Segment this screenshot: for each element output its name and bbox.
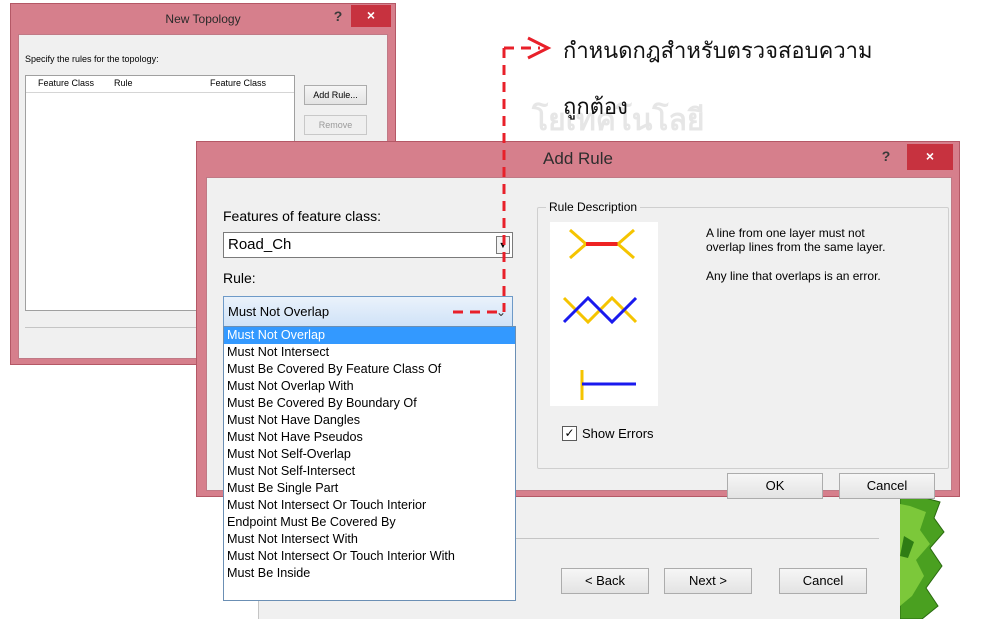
rule-option[interactable]: Must Not Have Dangles bbox=[224, 412, 515, 429]
rule-option[interactable]: Must Not Overlap With bbox=[224, 378, 515, 395]
feature-class-value: Road_Ch bbox=[228, 236, 292, 253]
annotation-line1: กำหนดกฎสำหรับตรวจสอบความ bbox=[563, 39, 873, 64]
rule-option[interactable]: Must Be Covered By Boundary Of bbox=[224, 395, 515, 412]
rule-description-line1: A line from one layer must not bbox=[706, 226, 865, 240]
remove-button[interactable]: Remove bbox=[304, 115, 367, 135]
rule-diagram-icon bbox=[562, 228, 638, 400]
map-preview bbox=[899, 495, 1002, 620]
rule-option[interactable]: Must Not Intersect With bbox=[224, 531, 515, 548]
rules-instruction: Specify the rules for the topology: bbox=[25, 54, 159, 64]
ok-button[interactable]: OK bbox=[727, 473, 823, 499]
rule-option[interactable]: Must Be Single Part bbox=[224, 480, 515, 497]
cancel-button[interactable]: Cancel bbox=[839, 473, 935, 499]
add-rule-title: Add Rule bbox=[543, 149, 613, 168]
annotation-line2: ถูกต้อง bbox=[563, 95, 628, 120]
rule-option[interactable]: Must Not Intersect Or Touch Interior bbox=[224, 497, 515, 514]
rule-description-line2: overlap lines from the same layer. bbox=[706, 240, 886, 254]
chevron-down-icon[interactable]: ▼ bbox=[496, 236, 510, 254]
rule-option[interactable]: Endpoint Must Be Covered By bbox=[224, 514, 515, 531]
feature-class-combo[interactable]: Road_Ch ▼ bbox=[223, 232, 513, 258]
show-errors-label: Show Errors bbox=[582, 426, 654, 441]
close-button[interactable]: × bbox=[907, 144, 953, 170]
new-topology-titlebar: New Topology ? × bbox=[11, 4, 395, 34]
map-shape-icon bbox=[899, 495, 945, 620]
rule-label: Rule: bbox=[223, 270, 256, 286]
show-errors-checkbox[interactable]: ✓ bbox=[562, 426, 577, 441]
rule-option[interactable]: Must Not Self-Intersect bbox=[224, 463, 515, 480]
rule-diagram bbox=[550, 222, 658, 406]
close-button[interactable]: × bbox=[351, 5, 391, 27]
help-button[interactable]: ? bbox=[325, 6, 351, 28]
rule-option[interactable]: Must Be Inside bbox=[224, 565, 515, 582]
rule-description-legend: Rule Description bbox=[546, 200, 641, 214]
header-divider bbox=[26, 92, 294, 93]
rule-option[interactable]: Must Not Self-Overlap bbox=[224, 446, 515, 463]
column-header-feature-class-2[interactable]: Feature Class bbox=[210, 78, 266, 88]
features-label: Features of feature class: bbox=[223, 208, 381, 224]
help-button[interactable]: ? bbox=[873, 146, 899, 168]
rule-select[interactable]: Must Not Overlap ⌄ bbox=[223, 296, 513, 328]
column-header-rule[interactable]: Rule bbox=[114, 78, 133, 88]
rule-option[interactable]: Must Not Have Pseudos bbox=[224, 429, 515, 446]
rule-option[interactable]: Must Not Overlap bbox=[224, 327, 515, 344]
wizard-cancel-button[interactable]: Cancel bbox=[779, 568, 867, 594]
back-button[interactable]: < Back bbox=[561, 568, 649, 594]
column-header-feature-class[interactable]: Feature Class bbox=[38, 78, 94, 88]
next-button[interactable]: Next > bbox=[664, 568, 752, 594]
rule-dropdown-list[interactable]: Must Not Overlap Must Not Intersect Must… bbox=[223, 326, 516, 601]
rule-option[interactable]: Must Not Intersect Or Touch Interior Wit… bbox=[224, 548, 515, 565]
chevron-down-icon[interactable]: ⌄ bbox=[496, 297, 506, 327]
rule-option[interactable]: Must Not Intersect bbox=[224, 344, 515, 361]
rule-description-group: Rule Description A line from one layer m… bbox=[537, 200, 949, 469]
add-rule-button[interactable]: Add Rule... bbox=[304, 85, 367, 105]
rule-select-value: Must Not Overlap bbox=[228, 304, 330, 319]
rule-option[interactable]: Must Be Covered By Feature Class Of bbox=[224, 361, 515, 378]
add-rule-titlebar: Add Rule ? × bbox=[197, 142, 959, 176]
rule-description-line3: Any line that overlaps is an error. bbox=[706, 269, 881, 283]
